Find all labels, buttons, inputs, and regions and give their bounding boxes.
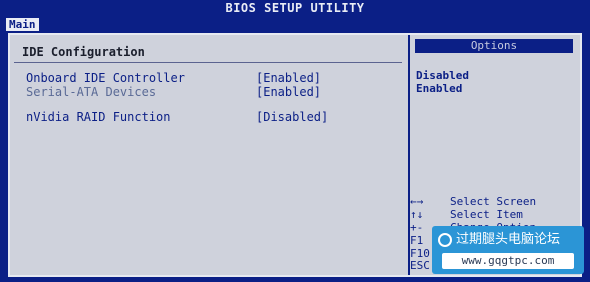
watermark-url: www.gqgtpc.com [442, 253, 574, 269]
setting-row-serial-ata[interactable]: Serial-ATA Devices [Enabled] [26, 85, 321, 99]
help-desc: Select Screen [450, 195, 537, 208]
page-title: IDE Configuration [22, 45, 145, 59]
option-item-enabled[interactable]: Enabled [416, 82, 462, 95]
options-header: Options [415, 39, 573, 53]
setting-value[interactable]: [Disabled] [256, 110, 328, 124]
setting-row-nvidia-raid[interactable]: nVidia RAID Function [Disabled] [26, 110, 328, 124]
option-item-disabled[interactable]: Disabled [416, 69, 469, 82]
heading-rule [14, 62, 402, 63]
menu-bar: Main [0, 17, 590, 32]
watermark-logo-icon [438, 232, 452, 247]
watermark-title: 过期腿头电脑论坛 [438, 231, 578, 249]
setting-row-onboard-ide[interactable]: Onboard IDE Controller [Enabled] [26, 71, 321, 85]
help-desc: Select Item [450, 208, 523, 221]
help-key: ↑↓ [410, 208, 424, 221]
watermark-text: 过期腿头电脑论坛 [456, 232, 561, 247]
setting-value[interactable]: [Enabled] [256, 85, 321, 99]
setting-value[interactable]: [Enabled] [256, 71, 321, 85]
tab-main[interactable]: Main [6, 18, 39, 31]
help-row: ←→ Select Screen [410, 195, 536, 208]
setting-label: nVidia RAID Function [26, 110, 171, 124]
setting-label: Onboard IDE Controller [26, 71, 185, 85]
watermark-badge: 过期腿头电脑论坛 www.gqgtpc.com [432, 226, 584, 274]
bios-title: BIOS SETUP UTILITY [225, 1, 365, 15]
help-key: ←→ [410, 195, 424, 208]
help-row: ↑↓ Select Item [410, 208, 523, 221]
setting-label: Serial-ATA Devices [26, 85, 157, 99]
